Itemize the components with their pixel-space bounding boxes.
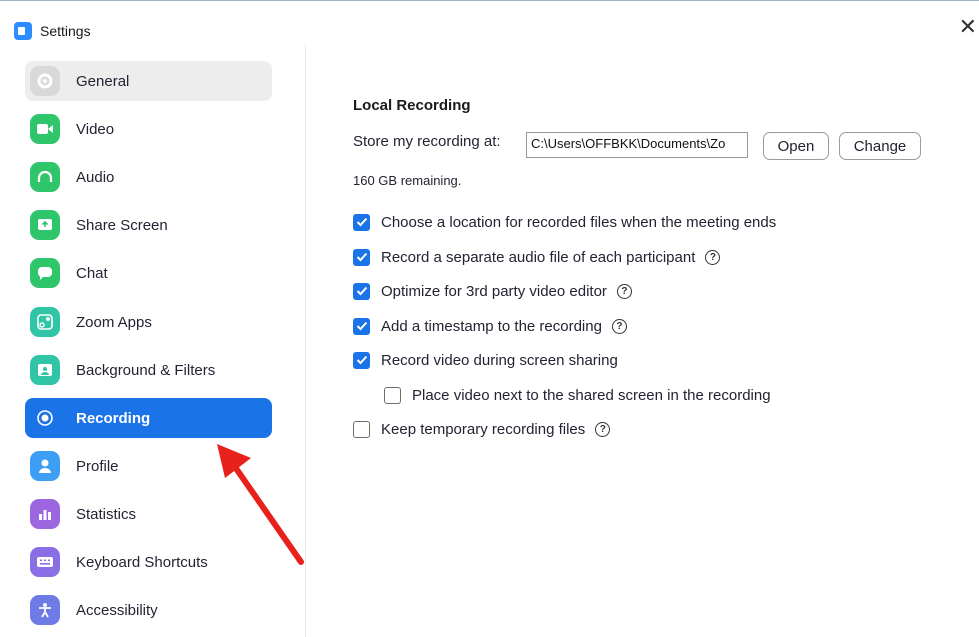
- help-icon[interactable]: ?: [611, 318, 627, 334]
- help-icon[interactable]: ?: [616, 283, 632, 299]
- option-keep-temp-files[interactable]: Keep temporary recording files ?: [353, 418, 611, 440]
- recording-settings-panel: Local Recording Store my recording at: C…: [307, 45, 979, 637]
- sidebar-item-video[interactable]: Video: [25, 109, 272, 149]
- sidebar-item-background-filters[interactable]: Background & Filters: [25, 350, 272, 390]
- sidebar-item-label: Share Screen: [76, 216, 168, 234]
- statistics-icon: [30, 499, 60, 529]
- section-title: Local Recording: [353, 97, 471, 114]
- help-icon[interactable]: ?: [595, 421, 611, 437]
- chat-icon: [30, 258, 60, 288]
- sidebar-item-chat[interactable]: Chat: [25, 253, 272, 293]
- background-icon: [30, 355, 60, 385]
- checkbox-checked[interactable]: [353, 351, 370, 369]
- change-button[interactable]: Change: [839, 132, 921, 160]
- recording-path-field[interactable]: C:\Users\OFFBKK\Documents\Zo: [526, 132, 748, 158]
- sidebar-item-label: Background & Filters: [76, 361, 216, 379]
- option-label: Add a timestamp to the recording: [381, 317, 602, 335]
- profile-icon: [30, 451, 60, 481]
- option-label: Place video next to the shared screen in…: [412, 386, 771, 404]
- store-location-label: Store my recording at:: [353, 133, 501, 150]
- checkbox-checked[interactable]: [353, 248, 370, 266]
- accessibility-icon: [30, 595, 60, 625]
- open-button[interactable]: Open: [763, 132, 829, 160]
- sidebar-item-label: Recording: [76, 409, 151, 427]
- sidebar-item-label: Chat: [76, 264, 108, 282]
- sidebar-item-label: Video: [76, 120, 115, 138]
- close-icon[interactable]: ✕: [959, 16, 977, 38]
- sidebar-item-recording[interactable]: Recording: [25, 398, 272, 438]
- checkbox-checked[interactable]: [353, 317, 370, 335]
- zoom-app-icon: [14, 22, 32, 40]
- window-title: Settings: [40, 23, 91, 39]
- share-screen-icon: [30, 210, 60, 240]
- option-place-video-next[interactable]: Place video next to the shared screen in…: [384, 384, 771, 406]
- option-label: Choose a location for recorded files whe…: [381, 213, 777, 231]
- checkbox-checked[interactable]: [353, 213, 370, 231]
- keyboard-icon: [30, 547, 60, 577]
- option-choose-location[interactable]: Choose a location for recorded files whe…: [353, 211, 776, 233]
- option-3rd-party-editor[interactable]: Optimize for 3rd party video editor ?: [353, 280, 632, 302]
- option-label: Keep temporary recording files: [381, 420, 586, 438]
- video-icon: [30, 114, 60, 144]
- checkbox-checked[interactable]: [353, 282, 370, 300]
- option-separate-audio[interactable]: Record a separate audio file of each par…: [353, 246, 721, 268]
- sidebar-item-label: Statistics: [76, 505, 137, 523]
- checkbox-unchecked[interactable]: [353, 420, 370, 438]
- record-icon: [30, 403, 60, 433]
- headphones-icon: [30, 162, 60, 192]
- apps-icon: [30, 307, 60, 337]
- option-label: Optimize for 3rd party video editor: [381, 282, 607, 300]
- title-bar: Settings ✕: [0, 0, 979, 44]
- option-label: Record video during screen sharing: [381, 351, 618, 369]
- sidebar-item-label: Keyboard Shortcuts: [76, 553, 208, 571]
- sidebar-item-accessibility[interactable]: Accessibility: [25, 590, 272, 630]
- sidebar-item-zoom-apps[interactable]: Zoom Apps: [25, 302, 272, 342]
- red-arrow-annotation: [217, 444, 304, 565]
- sidebar-item-label: Audio: [76, 168, 115, 186]
- checkbox-unchecked[interactable]: [384, 386, 401, 404]
- sidebar-item-share-screen[interactable]: Share Screen: [25, 205, 272, 245]
- sidebar-item-label: Profile: [76, 457, 119, 475]
- sidebar-item-label: General: [76, 72, 130, 90]
- option-record-screen-sharing[interactable]: Record video during screen sharing: [353, 349, 618, 371]
- option-label: Record a separate audio file of each par…: [381, 248, 696, 266]
- sidebar-item-audio[interactable]: Audio: [25, 157, 272, 197]
- sidebar-item-label: Zoom Apps: [76, 313, 152, 331]
- option-timestamp[interactable]: Add a timestamp to the recording ?: [353, 315, 627, 337]
- help-icon[interactable]: ?: [705, 249, 721, 265]
- sidebar-item-general[interactable]: General: [25, 61, 272, 101]
- gear-icon: [30, 66, 60, 96]
- sidebar-item-label: Accessibility: [76, 601, 158, 619]
- storage-remaining: 160 GB remaining.: [353, 173, 462, 188]
